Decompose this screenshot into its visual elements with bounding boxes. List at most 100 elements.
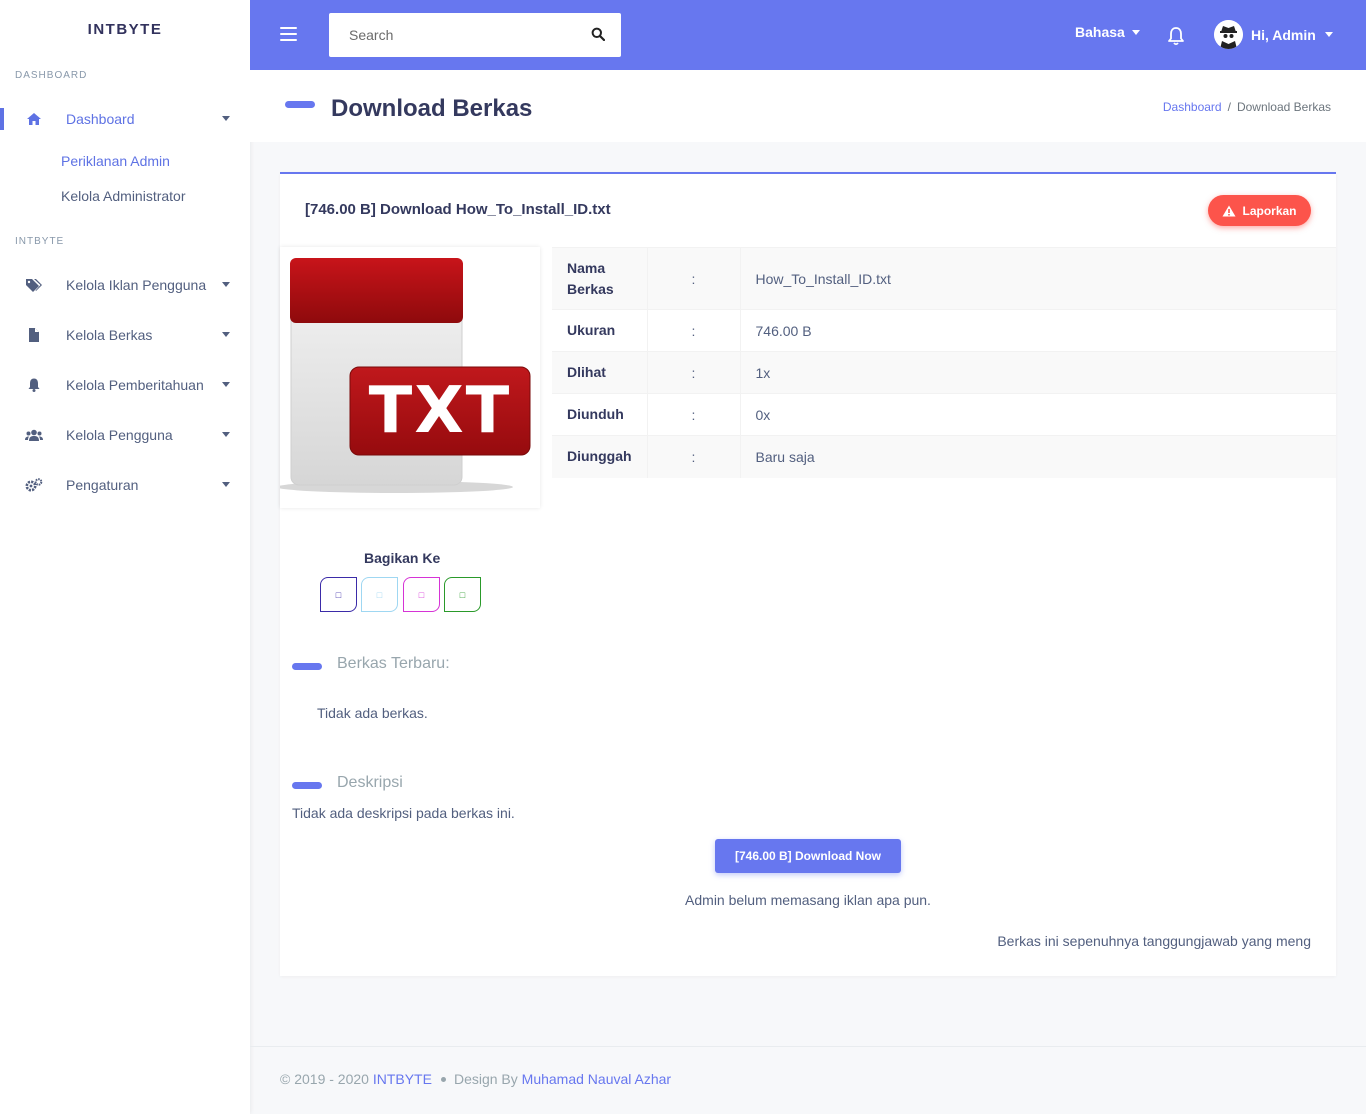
info-sep: : xyxy=(647,435,741,478)
download-card: [746.00 B] Download How_To_Install_ID.tx… xyxy=(277,172,1336,976)
whatsapp-icon: □ xyxy=(459,589,466,600)
sidebar-item-kelola-berkas[interactable]: Kelola Berkas xyxy=(0,310,250,360)
share-instagram-button[interactable]: □ xyxy=(403,577,440,612)
avatar xyxy=(1214,20,1243,49)
description-empty: Tidak ada deskripsi pada berkas ini. xyxy=(292,805,515,821)
table-row: Ukuran : 746.00 B xyxy=(552,309,1336,352)
file-thumbnail: TXT xyxy=(277,247,540,508)
info-sep: : xyxy=(647,393,741,436)
info-value: Baru saja xyxy=(740,435,1336,478)
warning-icon xyxy=(1222,205,1236,216)
recent-files-title: Berkas Terbaru: xyxy=(337,655,450,672)
report-button[interactable]: Laporkan xyxy=(1208,195,1311,226)
file-info-table: Nama Berkas : How_To_Install_ID.txt Ukur… xyxy=(552,247,1336,478)
chevron-down-icon xyxy=(222,332,230,337)
sidebar-brand[interactable]: INTBYTE xyxy=(0,0,250,58)
user-menu[interactable]: Hi, Admin xyxy=(1214,20,1333,49)
language-label: Bahasa xyxy=(1075,24,1125,40)
share-title: Bagikan Ke xyxy=(364,550,441,566)
sidebar-item-label: Pengaturan xyxy=(66,477,139,493)
search-input[interactable] xyxy=(329,13,569,57)
menu-toggle-icon[interactable] xyxy=(280,27,297,41)
info-key: Nama Berkas xyxy=(552,247,648,310)
table-row: Diunggah : Baru saja xyxy=(552,435,1336,478)
search-icon[interactable] xyxy=(591,27,605,41)
card-title: [746.00 B] Download How_To_Install_ID.tx… xyxy=(305,201,611,218)
chevron-down-icon xyxy=(222,482,230,487)
sidebar: INTBYTE DASHBOARD Dashboard Periklanan A… xyxy=(0,0,250,1114)
info-value: How_To_Install_ID.txt xyxy=(740,247,1336,310)
sidebar-item-label: Kelola Pengguna xyxy=(66,427,173,443)
sidebar-item-label: Dashboard xyxy=(66,111,135,127)
info-value: 1x xyxy=(740,351,1336,394)
description-title: Deskripsi xyxy=(337,774,403,791)
share-whatsapp-button[interactable]: □ xyxy=(444,577,481,612)
section-accent-bar xyxy=(292,782,322,789)
title-accent-bar xyxy=(285,101,315,108)
info-key: Diunduh xyxy=(552,393,648,436)
section-accent-bar xyxy=(292,663,322,670)
sidebar-item-kelola-pengguna[interactable]: Kelola Pengguna xyxy=(0,410,250,460)
notification-bell-icon[interactable] xyxy=(1167,26,1185,46)
twitter-icon: □ xyxy=(376,589,383,600)
breadcrumb-current: Download Berkas xyxy=(1236,100,1331,114)
table-row: Nama Berkas : How_To_Install_ID.txt xyxy=(552,247,1336,310)
chevron-down-icon xyxy=(1324,32,1333,37)
topbar: Bahasa Hi, Admin xyxy=(250,0,1366,70)
recent-files-empty: Tidak ada berkas. xyxy=(317,705,428,721)
sidebar-subitem-kelola-administrator[interactable]: Kelola Administrator xyxy=(0,179,250,214)
chevron-down-icon xyxy=(222,282,230,287)
chevron-down-icon xyxy=(222,382,230,387)
chevron-down-icon xyxy=(222,116,230,121)
chevron-down-icon xyxy=(1131,29,1140,35)
report-label: Laporkan xyxy=(1242,203,1297,218)
page-title: Download Berkas xyxy=(331,95,533,122)
info-key: Dlihat xyxy=(552,351,648,394)
footer-design-by: Design By xyxy=(453,1071,518,1087)
info-value: 0x xyxy=(740,393,1336,436)
menu-header-intbyte: INTBYTE xyxy=(15,236,65,247)
page-header: Download Berkas Dashboard / Download Berka… xyxy=(250,70,1366,142)
file-type-badge: TXT xyxy=(368,374,512,448)
info-key: Ukuran xyxy=(552,309,648,352)
share-facebook-button[interactable]: □ xyxy=(320,577,357,612)
info-sep: : xyxy=(647,309,741,352)
breadcrumb: Dashboard / Download Berkas xyxy=(1162,100,1331,114)
home-icon xyxy=(24,111,44,127)
sidebar-item-kelola-pemberitahuan[interactable]: Kelola Pemberitahuan xyxy=(0,360,250,410)
share-twitter-button[interactable]: □ xyxy=(361,577,398,612)
user-greeting: Hi, Admin xyxy=(1251,26,1316,43)
users-icon xyxy=(24,427,44,443)
file-icon xyxy=(24,327,44,343)
footer-text: © 2019 - 2020 INTBYTE Design By Muhamad N… xyxy=(280,1071,671,1087)
disclaimer-marquee: Berkas ini sepenuhnya tanggungjawab yang… xyxy=(997,933,1311,949)
breadcrumb-link-dashboard[interactable]: Dashboard xyxy=(1163,100,1222,114)
language-dropdown[interactable]: Bahasa xyxy=(1075,24,1140,40)
footer-author-link[interactable]: Muhamad Nauval Azhar xyxy=(522,1071,671,1087)
sidebar-item-pengaturan[interactable]: Pengaturan xyxy=(0,460,250,510)
footer-copyright: © 2019 - 2020 xyxy=(280,1071,369,1087)
sidebar-item-dashboard[interactable]: Dashboard xyxy=(0,94,250,144)
tags-icon xyxy=(24,277,44,293)
facebook-icon: □ xyxy=(335,589,342,600)
chevron-down-icon xyxy=(222,432,230,437)
menu-header-dashboard: DASHBOARD xyxy=(15,70,88,81)
sidebar-item-label: Kelola Iklan Pengguna xyxy=(66,277,207,293)
table-row: Diunduh : 0x xyxy=(552,393,1336,436)
sidebar-item-kelola-iklan-pengguna[interactable]: Kelola Iklan Pengguna xyxy=(0,260,250,310)
sidebar-item-label: Kelola Pemberitahuan xyxy=(66,377,204,393)
info-value: 746.00 B xyxy=(740,309,1336,352)
sidebar-item-label: Kelola Berkas xyxy=(66,327,153,343)
footer-brand-link[interactable]: INTBYTE xyxy=(373,1071,432,1087)
download-now-button[interactable]: [746.00 B] Download Now xyxy=(715,839,901,873)
info-sep: : xyxy=(647,247,741,310)
cogs-icon xyxy=(24,477,44,493)
footer-bullet xyxy=(440,1077,446,1082)
info-sep: : xyxy=(647,351,741,394)
instagram-icon: □ xyxy=(418,589,425,600)
info-key: Diunggah xyxy=(552,435,648,478)
sidebar-subitem-periklanan-admin[interactable]: Periklanan Admin xyxy=(0,144,250,179)
bell-icon xyxy=(24,377,44,393)
footer: © 2019 - 2020 INTBYTE Design By Muhamad N… xyxy=(250,1046,1366,1114)
table-row: Dlihat : 1x xyxy=(552,351,1336,394)
